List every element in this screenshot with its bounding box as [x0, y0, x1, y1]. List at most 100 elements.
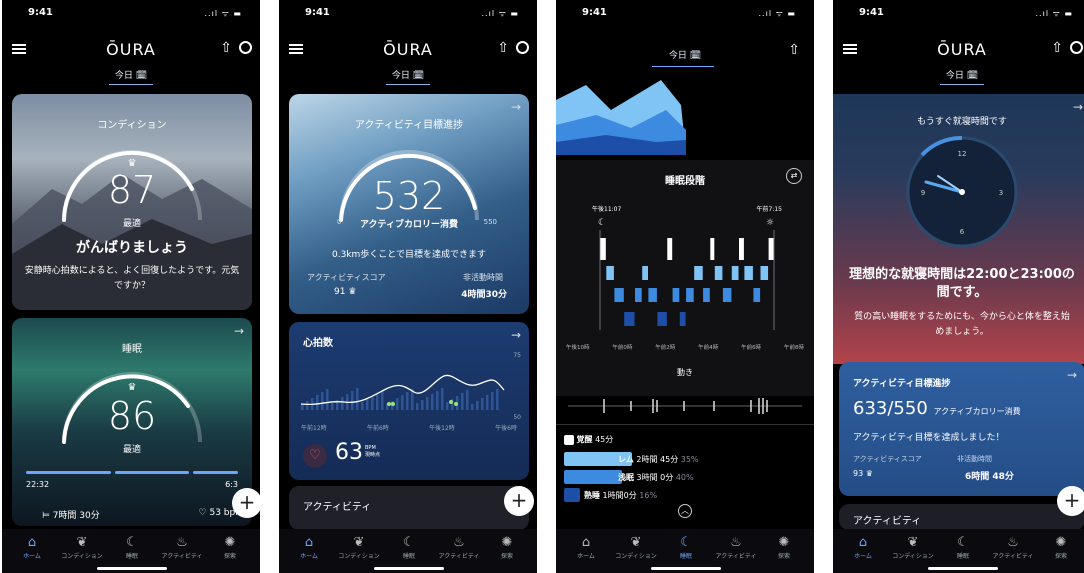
sprout-icon: ❦ — [353, 535, 365, 550]
clock-3: 3 — [999, 189, 1003, 197]
tab-home[interactable]: ⌂ ホーム — [561, 535, 611, 560]
app-header: ŌURA ⇧ 今日 🗓 — [833, 22, 1084, 92]
tab-home[interactable]: ⌂ ホーム — [284, 535, 334, 560]
moon-small-icon: ☾ — [598, 218, 607, 228]
hypnogram-segment — [606, 266, 614, 280]
tab-sleep[interactable]: ☾ 睡眠 — [107, 535, 157, 560]
tab-readiness[interactable]: ❦ コンディション — [888, 535, 938, 560]
hypno-x-label: 午前6時 — [741, 345, 762, 351]
light-bar — [564, 470, 622, 484]
gauge-max: 550 — [483, 218, 497, 226]
today-tab[interactable]: 今日 🗓 — [2, 68, 260, 81]
hypnogram-segment — [731, 266, 739, 280]
tab-readiness[interactable]: ❦ コンディション — [611, 535, 661, 560]
readiness-card[interactable]: コンディション ♛ 87 最適 がんばりましょう 安静時心拍数によると、よく回復… — [12, 94, 252, 310]
hr-bar — [461, 393, 464, 410]
arrow-right-icon[interactable]: → — [511, 328, 521, 342]
hr-bar — [366, 399, 369, 410]
add-button[interactable]: + — [1057, 486, 1084, 516]
hr-bar — [371, 396, 374, 410]
hr-bar — [446, 402, 449, 410]
tab-explore[interactable]: ✺ 探索 — [759, 535, 809, 560]
hypnogram-segment — [635, 288, 642, 302]
tab-readiness[interactable]: ❦ コンディション — [334, 535, 384, 560]
legend-deep: 熟睡 1時間0分 16% — [584, 491, 658, 500]
activity-card-title: アクティビティ — [303, 502, 372, 513]
hr-value: 63 — [335, 440, 363, 465]
activity-card[interactable]: アクティビティ — [839, 504, 1084, 530]
activity-value: 633/550 アクティブカロリー消費 — [853, 398, 1021, 419]
home-indicator — [928, 567, 998, 570]
tab-sleep[interactable]: ☾ 睡眠 — [938, 535, 988, 560]
hypnogram-segment — [600, 238, 606, 260]
tab-activity[interactable]: ♨ アクティビティ — [988, 535, 1038, 560]
sprout-icon: ❦ — [630, 535, 642, 550]
add-button[interactable]: + — [232, 488, 260, 518]
tab-readiness[interactable]: ❦ コンディション — [57, 535, 107, 560]
hypnogram-segment — [753, 288, 761, 302]
tab-home[interactable]: ⌂ ホーム — [838, 535, 888, 560]
phone-bedtime: 9:41 ..ıl ᯤ ▬ ŌURA ⇧ 今日 🗓 → もうすぐ就寝時間です 1… — [833, 0, 1084, 573]
flame-icon: ♨ — [1007, 535, 1019, 550]
hypno-x-label: 午前8時 — [783, 345, 804, 351]
divider — [556, 424, 814, 425]
hr-bar — [486, 395, 489, 410]
arrow-right-icon[interactable]: → — [234, 324, 244, 338]
bedtime-card[interactable]: → もうすぐ就寝時間です 12 3 6 9 理想的な就寝時間は22:00と23:… — [833, 94, 1084, 364]
activity-score-value: 93 ♛ — [853, 469, 873, 478]
ring-icon[interactable] — [239, 41, 252, 54]
tab-sleep[interactable]: ☾ 睡眠 — [661, 535, 711, 560]
tab-bar: ⌂ ホーム ❦ コンディション ☾ 睡眠 ♨ アクティビティ ✺ 探索 — [2, 529, 260, 573]
share-icon[interactable]: ⇧ — [220, 40, 232, 56]
hr-bar — [466, 390, 469, 410]
explore-icon: ✺ — [224, 535, 236, 550]
clock-12: 12 — [958, 150, 967, 158]
inactive-value: 6時間 48分 — [965, 472, 1014, 482]
arrow-right-icon[interactable]: → — [1067, 368, 1077, 382]
tab-bar: ⌂ ホーム ❦ コンディション ☾ 睡眠 ♨ アクティビティ ✺ 探索 — [279, 529, 537, 573]
hr-x-label: 午後12時 — [429, 425, 455, 432]
hr-bar — [376, 393, 379, 410]
tab-sleep[interactable]: ☾ 睡眠 — [384, 535, 434, 560]
today-tab[interactable]: 今日 🗓 — [279, 68, 537, 81]
add-button[interactable]: + — [504, 486, 534, 516]
chevron-up-icon[interactable]: ︿ — [678, 504, 692, 518]
today-underline — [652, 66, 714, 67]
legend-awake: 覚醒 45分 — [564, 434, 613, 445]
tab-activity[interactable]: ♨ アクティビティ — [434, 535, 484, 560]
tab-explore[interactable]: ✺ 探索 — [1036, 535, 1084, 560]
tab-activity[interactable]: ♨ アクティビティ — [711, 535, 761, 560]
inactive-label: 非活動時間 — [957, 455, 992, 463]
tab-home[interactable]: ⌂ ホーム — [7, 535, 57, 560]
share-icon[interactable]: ⇧ — [1051, 40, 1063, 56]
arrow-right-icon[interactable]: → — [1073, 100, 1083, 114]
hypnogram-segment — [710, 238, 715, 260]
today-underline — [109, 84, 153, 85]
activity-goal-card[interactable]: → アクティビティ目標進捗 633/550 アクティブカロリー消費 アクティビテ… — [839, 362, 1084, 496]
sleep-start-time: 22:32 — [26, 480, 50, 489]
tab-explore[interactable]: ✺ 探索 — [205, 535, 255, 560]
arrow-right-icon[interactable]: → — [511, 100, 521, 114]
bedtime-label: 午後11:07 — [592, 206, 622, 213]
activity-score-value: 91 ♛ — [334, 287, 357, 297]
today-tab[interactable]: 今日 🗓 — [556, 48, 814, 61]
ring-icon[interactable] — [516, 41, 529, 54]
tab-activity[interactable]: ♨ アクティビティ — [157, 535, 207, 560]
share-icon[interactable]: ⇧ — [788, 42, 800, 58]
heart-rate-card[interactable]: → 心拍数 75 50 午前12時 午前6時 午後12時 午後6時 ♡ 63 B… — [289, 322, 529, 480]
tab-explore[interactable]: ✺ 探索 — [482, 535, 532, 560]
activity-goal-card[interactable]: → アクティビティ目標進捗 532 0 アクティブカロリー消費 550 0.3k… — [289, 94, 529, 314]
sleep-wave-graphic — [556, 80, 686, 155]
sleep-stages-panel: 睡眠段階 ⇄ 午後11:07 午前7:15 ☾ ☼ 午後10時 午前0時 午前2… — [556, 160, 814, 396]
activity-card[interactable]: アクティビティ — [289, 486, 529, 530]
hr-bar — [426, 397, 429, 410]
today-tab[interactable]: 今日 🗓 — [833, 68, 1084, 81]
status-bar: 9:41 ..ıl ᯤ ▬ — [556, 6, 814, 22]
readiness-title: コンディション — [97, 120, 167, 131]
hypnogram-segment — [714, 266, 723, 280]
toggle-view-icon[interactable]: ⇄ — [786, 168, 802, 184]
ring-icon[interactable] — [1070, 41, 1083, 54]
movement-chart — [568, 398, 802, 414]
share-icon[interactable]: ⇧ — [497, 40, 509, 56]
sleep-card[interactable]: → 睡眠 ♛ 86 最適 22:32 6:3 ⊨ 7時間 30分 ♡ 53 bp… — [12, 318, 252, 526]
